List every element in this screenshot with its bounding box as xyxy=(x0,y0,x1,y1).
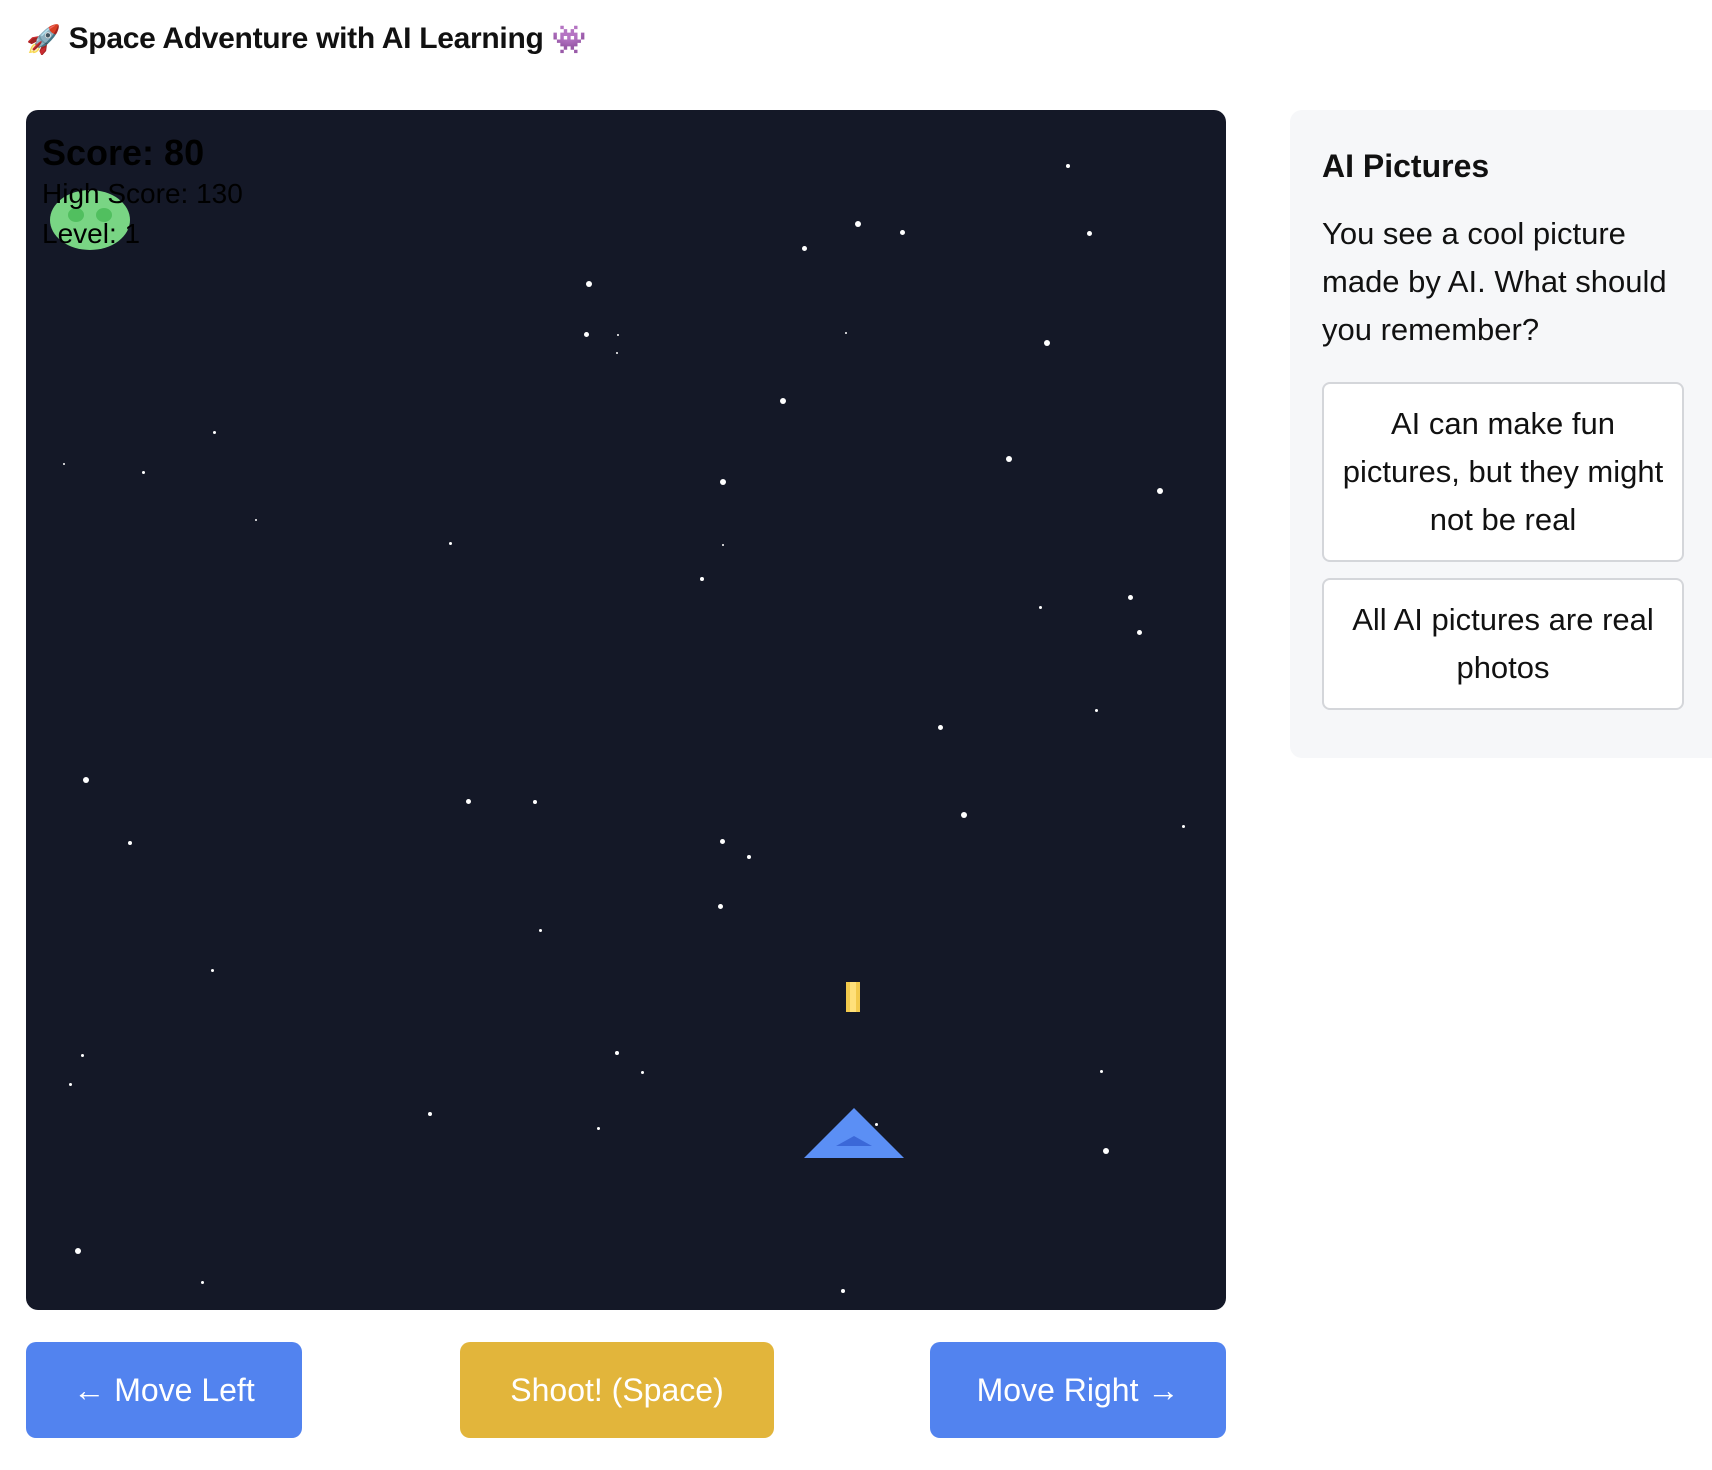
star xyxy=(1127,594,1133,600)
star xyxy=(428,1112,432,1116)
star xyxy=(1094,708,1098,712)
star xyxy=(640,1070,644,1074)
star xyxy=(538,928,542,932)
star xyxy=(63,463,65,465)
bullet-icon xyxy=(846,982,860,1012)
star xyxy=(128,841,132,845)
star xyxy=(780,398,786,404)
star xyxy=(1136,629,1142,635)
star xyxy=(255,519,257,521)
star xyxy=(1086,230,1092,236)
star xyxy=(617,334,619,336)
star xyxy=(210,968,214,972)
star xyxy=(717,903,723,909)
rocket-icon: 🚀 xyxy=(26,23,61,55)
high-score-display: High Score: 130 xyxy=(42,178,243,209)
star xyxy=(899,229,905,235)
star xyxy=(720,479,726,485)
star xyxy=(141,470,145,474)
star xyxy=(961,812,967,818)
star xyxy=(722,544,724,546)
star xyxy=(586,281,592,287)
move-left-button[interactable]: ← Move Left xyxy=(26,1342,302,1438)
star xyxy=(200,1280,204,1284)
star xyxy=(533,800,537,804)
star xyxy=(80,1053,84,1057)
star xyxy=(1157,488,1163,494)
alien-monster-icon: 👾 xyxy=(551,23,587,55)
game-canvas[interactable]: Score: 80 High Score: 130 Level: 1 xyxy=(26,110,1226,1310)
star xyxy=(1099,1069,1103,1073)
move-right-button[interactable]: Move Right → xyxy=(930,1342,1226,1438)
star xyxy=(700,577,704,581)
answer-option-2[interactable]: All AI pictures are real photos xyxy=(1322,578,1684,710)
star xyxy=(75,1248,81,1254)
star xyxy=(1066,164,1070,168)
star xyxy=(212,430,216,434)
answer-option-1[interactable]: AI can make fun pictures, but they might… xyxy=(1322,382,1684,562)
starfield xyxy=(26,110,1226,1310)
star xyxy=(83,777,89,783)
bullet-core xyxy=(850,982,856,1012)
star xyxy=(855,221,861,227)
star xyxy=(1044,340,1050,346)
app-title: 🚀 Space Adventure with AI Learning 👾 xyxy=(26,22,586,56)
star xyxy=(719,838,725,844)
star xyxy=(448,541,452,545)
star xyxy=(841,1289,845,1293)
star xyxy=(1103,1148,1109,1154)
shoot-button[interactable]: Shoot! (Space) xyxy=(460,1342,774,1438)
star xyxy=(747,855,751,859)
quiz-question: You see a cool picture made by AI. What … xyxy=(1322,216,1667,347)
star xyxy=(615,1051,619,1055)
star xyxy=(1181,824,1185,828)
level-display: Level: 1 xyxy=(42,218,141,249)
player-ship-icon xyxy=(804,1108,904,1158)
star xyxy=(616,352,618,354)
star xyxy=(801,245,807,251)
control-bar: ← Move Left Shoot! (Space) Move Right → xyxy=(26,1342,1226,1438)
star xyxy=(68,1082,72,1086)
star xyxy=(845,332,847,334)
star xyxy=(1006,456,1012,462)
star xyxy=(583,331,589,337)
hud: Score: 80 High Score: 130 Level: 1 xyxy=(42,132,243,254)
star xyxy=(1038,605,1042,609)
star xyxy=(937,724,943,730)
star xyxy=(596,1126,600,1130)
quiz-title: AI Pictures xyxy=(1322,148,1490,184)
star xyxy=(465,798,471,804)
score-display: Score: 80 xyxy=(42,132,205,173)
ship-hull xyxy=(804,1108,904,1158)
quiz-panel: AI Pictures You see a cool picture made … xyxy=(1290,110,1712,758)
page-title: Space Adventure with AI Learning xyxy=(68,22,544,55)
